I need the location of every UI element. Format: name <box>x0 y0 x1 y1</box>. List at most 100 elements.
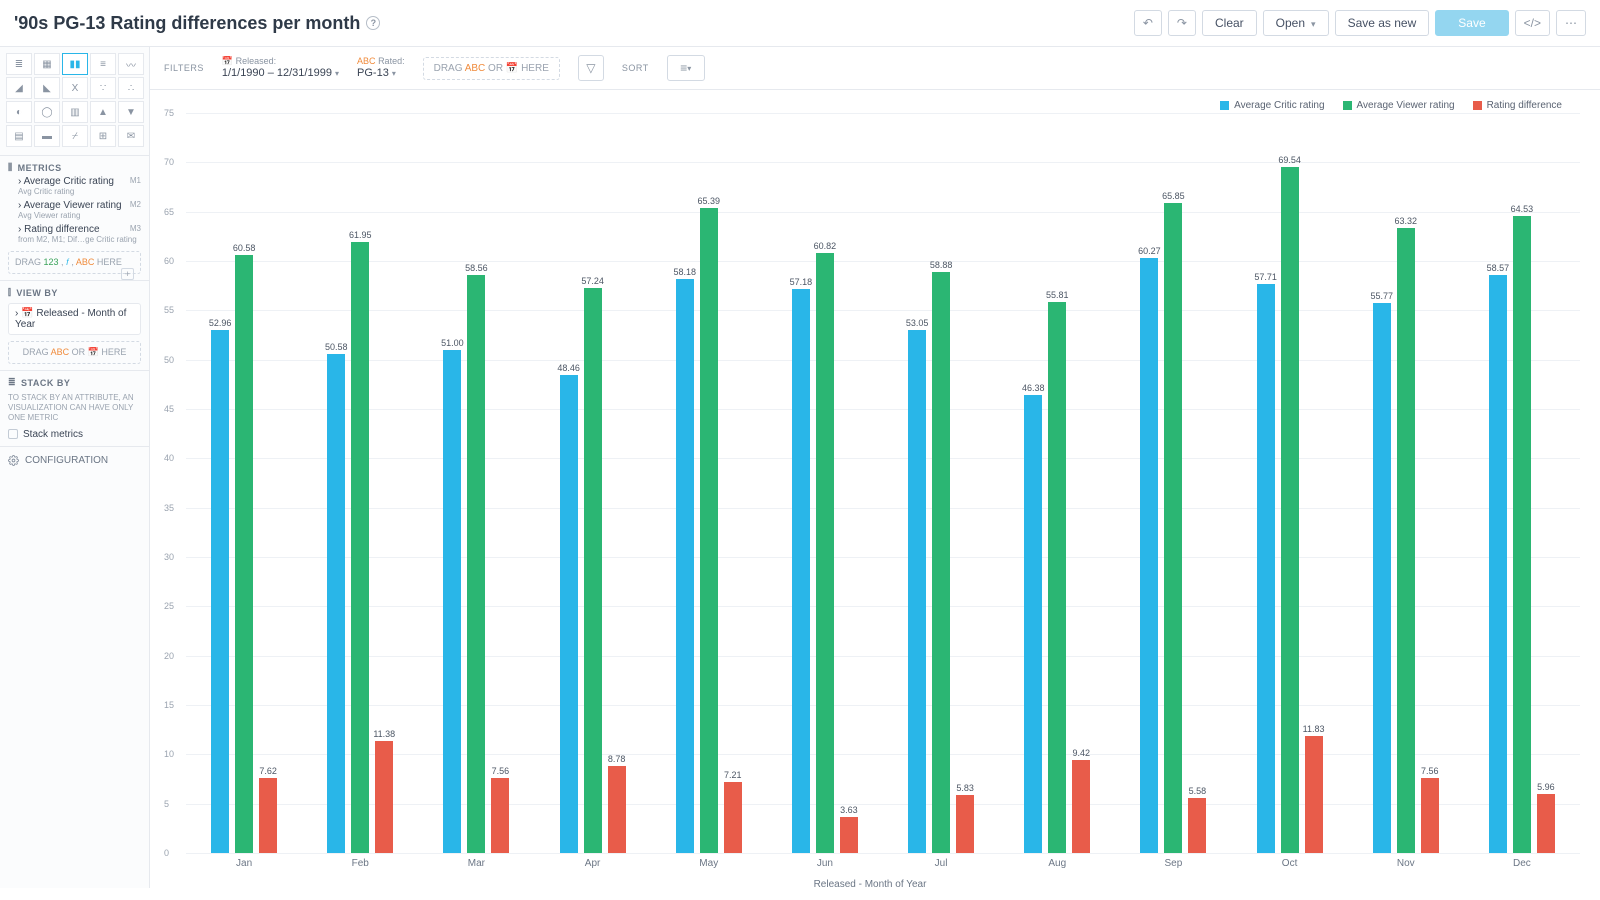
viz-bullet-icon[interactable]: ▬ <box>34 125 60 147</box>
chart-plot: 05101520253035404550556065707552.9660.58… <box>186 113 1580 853</box>
viz-funnel-icon[interactable]: ▼ <box>118 101 144 123</box>
filter-dropzone[interactable]: DRAG ABC OR 📅 HERE <box>423 57 560 80</box>
save-as-new-button[interactable]: Save as new <box>1335 10 1430 36</box>
stack-metrics-toggle[interactable]: Stack metrics <box>8 429 141 440</box>
chart-bar[interactable]: 53.05 <box>908 330 926 853</box>
filter-rated[interactable]: ABC Rated: PG-13 ▾ <box>357 56 405 80</box>
chart-bar[interactable]: 55.81 <box>1048 302 1066 853</box>
clear-button[interactable]: Clear <box>1202 10 1257 36</box>
viz-pivot-icon[interactable]: ▦ <box>34 53 60 75</box>
chart-bar[interactable]: 7.62 <box>259 778 277 853</box>
x-tick-label: Apr <box>585 858 601 869</box>
legend-swatch-icon <box>1343 101 1352 110</box>
chart-bar[interactable]: 58.56 <box>467 275 485 853</box>
chart-bar[interactable]: 8.78 <box>608 766 626 853</box>
viewby-header: ⫿ VIEW BY <box>8 287 141 298</box>
metric-dropzone[interactable]: DRAG 123 , 𝑓 , ABC HERE + <box>8 251 141 274</box>
sort-button[interactable]: ≡ ▾ <box>667 55 705 81</box>
chart-bar[interactable]: 58.88 <box>932 272 950 853</box>
open-button[interactable]: Open▾ <box>1263 10 1329 36</box>
chart-bar[interactable]: 64.53 <box>1513 216 1531 853</box>
viz-waterfall-icon[interactable]: ⌿ <box>62 125 88 147</box>
metric-item[interactable]: M2 › Average Viewer rating Avg Viewer ra… <box>8 197 141 221</box>
more-button[interactable]: ⋯ <box>1556 10 1586 36</box>
save-button[interactable]: Save <box>1435 10 1508 36</box>
checkbox-icon <box>8 429 18 439</box>
viz-bubble-icon[interactable]: ∴ <box>118 77 144 99</box>
viz-geo-icon[interactable]: ⊞ <box>90 125 116 147</box>
legend-swatch-icon <box>1473 101 1482 110</box>
viz-treemap-icon[interactable]: ▥ <box>62 101 88 123</box>
x-tick-label: Jun <box>817 858 833 869</box>
chart-bar[interactable]: 11.83 <box>1305 736 1323 853</box>
filter-funnel-icon[interactable]: ▽ <box>578 55 604 81</box>
chart-bar[interactable]: 7.56 <box>1421 778 1439 853</box>
chart-bar[interactable]: 63.32 <box>1397 228 1415 853</box>
chart-bar[interactable]: 55.77 <box>1373 303 1391 853</box>
sort-label: SORT <box>622 63 649 73</box>
viz-area-icon[interactable]: ◢ <box>6 77 32 99</box>
chart-bar[interactable]: 57.24 <box>584 288 602 853</box>
configuration-toggle[interactable]: CONFIGURATION <box>0 447 149 474</box>
chart-bar[interactable]: 60.82 <box>816 253 834 853</box>
chart-bar[interactable]: 58.18 <box>676 279 694 853</box>
viz-table-icon[interactable]: ≣ <box>6 53 32 75</box>
chart-bar[interactable]: 58.57 <box>1489 275 1507 853</box>
undo-button[interactable]: ↶ <box>1134 10 1162 36</box>
chevron-down-icon: ▾ <box>335 69 339 78</box>
metric-item[interactable]: M3 › Rating difference from M2, M1; Dif…… <box>8 221 141 245</box>
chart-bar[interactable]: 52.96 <box>211 330 229 853</box>
chart-bar[interactable]: 50.58 <box>327 354 345 853</box>
x-tick-label: Sep <box>1165 858 1183 869</box>
x-tick-label: Nov <box>1397 858 1415 869</box>
chart-bar[interactable]: 57.71 <box>1257 284 1275 853</box>
chart-bar[interactable]: 5.96 <box>1537 794 1555 853</box>
chart-bar[interactable]: 57.18 <box>792 289 810 853</box>
chart-bar[interactable]: 9.42 <box>1072 760 1090 853</box>
viz-scatter-icon[interactable]: ∵ <box>90 77 116 99</box>
chart-bar[interactable]: 65.85 <box>1164 203 1182 853</box>
chart-bar[interactable]: 7.56 <box>491 778 509 853</box>
x-tick-label: Dec <box>1513 858 1531 869</box>
chart-bar[interactable]: 69.54 <box>1281 167 1299 853</box>
viz-pyramid-icon[interactable]: ▲ <box>90 101 116 123</box>
embed-button[interactable]: </> <box>1515 10 1550 36</box>
chart-bar[interactable]: 65.39 <box>700 208 718 853</box>
viz-type-grid: ≣ ▦ ▮▮ ≡ 〰 ◢ ◣ X ∵ ∴ ◐ ◯ ▥ ▲ ▼ ▤ ▬ ⌿ ⊞ ✉ <box>0 47 149 156</box>
stackby-icon: ≣ <box>8 377 16 388</box>
viz-heat-icon[interactable]: ▤ <box>6 125 32 147</box>
chart-bar[interactable]: 3.63 <box>840 817 858 853</box>
x-tick-label: Feb <box>352 858 369 869</box>
metric-item[interactable]: M1 › Average Critic rating Avg Critic ra… <box>8 173 141 197</box>
x-tick-label: Jan <box>236 858 252 869</box>
filter-released[interactable]: 📅 Released: 1/1/1990 – 12/31/1999 ▾ <box>222 56 339 80</box>
chart-bar[interactable]: 5.83 <box>956 795 974 853</box>
chart-bar[interactable]: 11.38 <box>375 741 393 853</box>
x-tick-label: Oct <box>1282 858 1298 869</box>
viz-donut-icon[interactable]: ◯ <box>34 101 60 123</box>
chart-bar[interactable]: 46.38 <box>1024 395 1042 853</box>
viewby-dropzone[interactable]: DRAG ABC OR 📅 HERE <box>8 341 141 364</box>
viz-hbar-icon[interactable]: ≡ <box>90 53 116 75</box>
help-icon[interactable]: ? <box>366 16 380 30</box>
chart-bar[interactable]: 60.58 <box>235 255 253 853</box>
viz-line-icon[interactable]: 〰 <box>118 53 144 75</box>
chart-bar[interactable]: 51.00 <box>443 350 461 853</box>
viz-combo-icon[interactable]: ◣ <box>34 77 60 99</box>
chart-bar[interactable]: 60.27 <box>1140 258 1158 853</box>
viz-x-icon[interactable]: X <box>62 77 88 99</box>
page-title: '90s PG-13 Rating differences per month <box>14 13 360 34</box>
chart-bar[interactable]: 5.58 <box>1188 798 1206 853</box>
chart-bar[interactable]: 48.46 <box>560 375 578 853</box>
viz-bar-icon[interactable]: ▮▮ <box>62 53 88 75</box>
redo-button[interactable]: ↷ <box>1168 10 1196 36</box>
chart-bar[interactable]: 7.21 <box>724 782 742 853</box>
viz-mail-icon[interactable]: ✉ <box>118 125 144 147</box>
x-tick-label: Jul <box>935 858 948 869</box>
chart-bar[interactable]: 61.95 <box>351 242 369 853</box>
metrics-header: ⫼ METRICS <box>8 162 141 173</box>
x-tick-label: Mar <box>468 858 485 869</box>
chart-legend: Average Critic rating Average Viewer rat… <box>160 96 1580 113</box>
viewby-attr[interactable]: › 📅 Released - Month of Year <box>8 303 141 335</box>
viz-pie-icon[interactable]: ◐ <box>6 101 32 123</box>
